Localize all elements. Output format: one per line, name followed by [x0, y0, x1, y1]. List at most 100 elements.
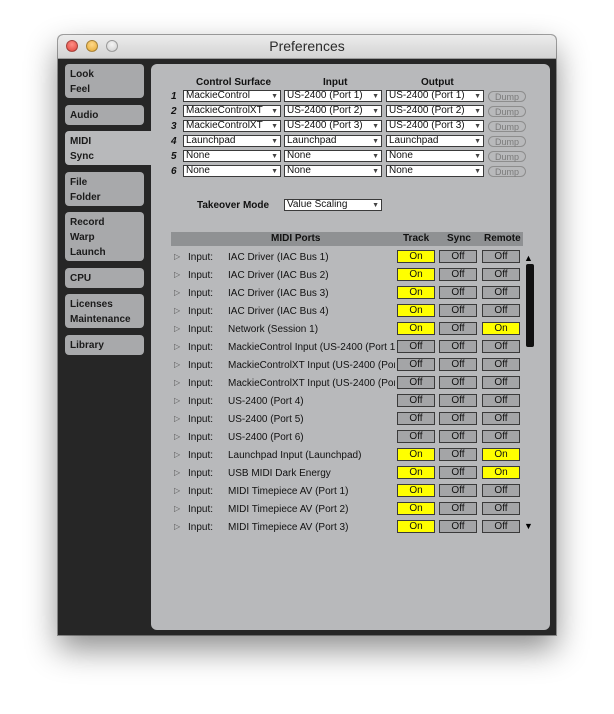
dump-button[interactable]: Dump — [488, 166, 526, 177]
track-toggle-button[interactable]: On — [397, 268, 435, 281]
expand-triangle-icon[interactable]: ▷ — [174, 288, 180, 297]
tab-record-warp-launch[interactable]: Record Warp Launch — [65, 212, 144, 261]
expand-triangle-icon[interactable]: ▷ — [174, 270, 180, 279]
input-port-select[interactable]: None ▼ — [284, 165, 382, 177]
input-port-select[interactable]: None ▼ — [284, 150, 382, 162]
dump-button[interactable]: Dump — [488, 151, 526, 162]
expand-triangle-icon[interactable]: ▷ — [174, 342, 180, 351]
remote-toggle-button[interactable]: Off — [482, 502, 520, 515]
control-surface-select[interactable]: MackieControl ▼ — [183, 90, 281, 102]
expand-triangle-icon[interactable]: ▷ — [174, 324, 180, 333]
sync-toggle-button[interactable]: Off — [439, 340, 477, 353]
input-port-select[interactable]: US-2400 (Port 2) ▼ — [284, 105, 382, 117]
control-surface-select[interactable]: MackieControlXT ▼ — [183, 105, 281, 117]
control-surface-select[interactable]: Launchpad ▼ — [183, 135, 281, 147]
dump-button[interactable]: Dump — [488, 121, 526, 132]
expand-triangle-icon[interactable]: ▷ — [174, 450, 180, 459]
tab-library[interactable]: Library — [65, 335, 144, 355]
track-toggle-button[interactable]: On — [397, 448, 435, 461]
sync-toggle-button[interactable]: Off — [439, 268, 477, 281]
sync-toggle-button[interactable]: Off — [439, 484, 477, 497]
track-toggle-button[interactable]: Off — [397, 394, 435, 407]
sync-toggle-button[interactable]: Off — [439, 250, 477, 263]
takeover-mode-select[interactable]: Value Scaling ▼ — [284, 199, 382, 211]
track-toggle-button[interactable]: Off — [397, 340, 435, 353]
sync-toggle-button[interactable]: Off — [439, 412, 477, 425]
output-port-select[interactable]: None ▼ — [386, 150, 484, 162]
track-toggle-button[interactable]: Off — [397, 376, 435, 389]
expand-triangle-icon[interactable]: ▷ — [174, 486, 180, 495]
remote-toggle-button[interactable]: Off — [482, 286, 520, 299]
tab-file-folder[interactable]: File Folder — [65, 172, 144, 206]
sync-toggle-button[interactable]: Off — [439, 376, 477, 389]
control-surface-select[interactable]: None ▼ — [183, 150, 281, 162]
scroll-down-arrow-icon[interactable]: ▼ — [524, 521, 533, 531]
remote-toggle-button[interactable]: Off — [482, 250, 520, 263]
control-surface-select[interactable]: None ▼ — [183, 165, 281, 177]
remote-toggle-button[interactable]: Off — [482, 394, 520, 407]
expand-triangle-icon[interactable]: ▷ — [174, 432, 180, 441]
sync-toggle-button[interactable]: Off — [439, 304, 477, 317]
remote-toggle-button[interactable]: Off — [482, 484, 520, 497]
expand-triangle-icon[interactable]: ▷ — [174, 306, 180, 315]
input-port-select[interactable]: Launchpad ▼ — [284, 135, 382, 147]
dump-button[interactable]: Dump — [488, 136, 526, 147]
remote-toggle-button[interactable]: Off — [482, 268, 520, 281]
tab-midi-sync[interactable]: MIDI Sync — [65, 131, 157, 165]
expand-triangle-icon[interactable]: ▷ — [174, 414, 180, 423]
tab-look-feel[interactable]: Look Feel — [65, 64, 144, 98]
output-port-select[interactable]: US-2400 (Port 2) ▼ — [386, 105, 484, 117]
remote-toggle-button[interactable]: Off — [482, 376, 520, 389]
track-toggle-button[interactable]: On — [397, 322, 435, 335]
control-surface-select[interactable]: MackieControlXT ▼ — [183, 120, 281, 132]
output-port-select[interactable]: US-2400 (Port 1) ▼ — [386, 90, 484, 102]
sync-toggle-button[interactable]: Off — [439, 358, 477, 371]
dump-button[interactable]: Dump — [488, 106, 526, 117]
tab-audio[interactable]: Audio — [65, 105, 144, 125]
expand-triangle-icon[interactable]: ▷ — [174, 468, 180, 477]
scroll-up-arrow-icon[interactable]: ▲ — [524, 253, 533, 263]
track-toggle-button[interactable]: Off — [397, 412, 435, 425]
output-port-select[interactable]: Launchpad ▼ — [386, 135, 484, 147]
track-toggle-button[interactable]: On — [397, 502, 435, 515]
sync-toggle-button[interactable]: Off — [439, 430, 477, 443]
remote-toggle-button[interactable]: Off — [482, 430, 520, 443]
input-port-select[interactable]: US-2400 (Port 3) ▼ — [284, 120, 382, 132]
expand-triangle-icon[interactable]: ▷ — [174, 504, 180, 513]
remote-toggle-button[interactable]: Off — [482, 412, 520, 425]
expand-triangle-icon[interactable]: ▷ — [174, 252, 180, 261]
remote-toggle-button[interactable]: On — [482, 466, 520, 479]
track-toggle-button[interactable]: On — [397, 520, 435, 533]
tab-cpu[interactable]: CPU — [65, 268, 144, 288]
remote-toggle-button[interactable]: On — [482, 448, 520, 461]
output-port-select[interactable]: None ▼ — [386, 165, 484, 177]
sync-toggle-button[interactable]: Off — [439, 286, 477, 299]
track-toggle-button[interactable]: Off — [397, 430, 435, 443]
tab-licenses-maintenance[interactable]: Licenses Maintenance — [65, 294, 144, 328]
sync-toggle-button[interactable]: Off — [439, 322, 477, 335]
output-port-select[interactable]: US-2400 (Port 3) ▼ — [386, 120, 484, 132]
remote-toggle-button[interactable]: On — [482, 322, 520, 335]
dump-button[interactable]: Dump — [488, 91, 526, 102]
sync-toggle-button[interactable]: Off — [439, 448, 477, 461]
expand-triangle-icon[interactable]: ▷ — [174, 396, 180, 405]
track-toggle-button[interactable]: On — [397, 286, 435, 299]
remote-toggle-button[interactable]: Off — [482, 358, 520, 371]
sync-toggle-button[interactable]: Off — [439, 502, 477, 515]
remote-toggle-button[interactable]: Off — [482, 304, 520, 317]
remote-toggle-button[interactable]: Off — [482, 520, 520, 533]
sync-toggle-button[interactable]: Off — [439, 466, 477, 479]
track-toggle-button[interactable]: On — [397, 250, 435, 263]
expand-triangle-icon[interactable]: ▷ — [174, 522, 180, 531]
track-toggle-button[interactable]: On — [397, 484, 435, 497]
remote-toggle-button[interactable]: Off — [482, 340, 520, 353]
scrollbar-thumb[interactable] — [526, 264, 534, 347]
sync-toggle-button[interactable]: Off — [439, 394, 477, 407]
track-toggle-button[interactable]: On — [397, 466, 435, 479]
expand-triangle-icon[interactable]: ▷ — [174, 378, 180, 387]
input-port-select[interactable]: US-2400 (Port 1) ▼ — [284, 90, 382, 102]
sync-toggle-button[interactable]: Off — [439, 520, 477, 533]
expand-triangle-icon[interactable]: ▷ — [174, 360, 180, 369]
track-toggle-button[interactable]: Off — [397, 358, 435, 371]
track-toggle-button[interactable]: On — [397, 304, 435, 317]
